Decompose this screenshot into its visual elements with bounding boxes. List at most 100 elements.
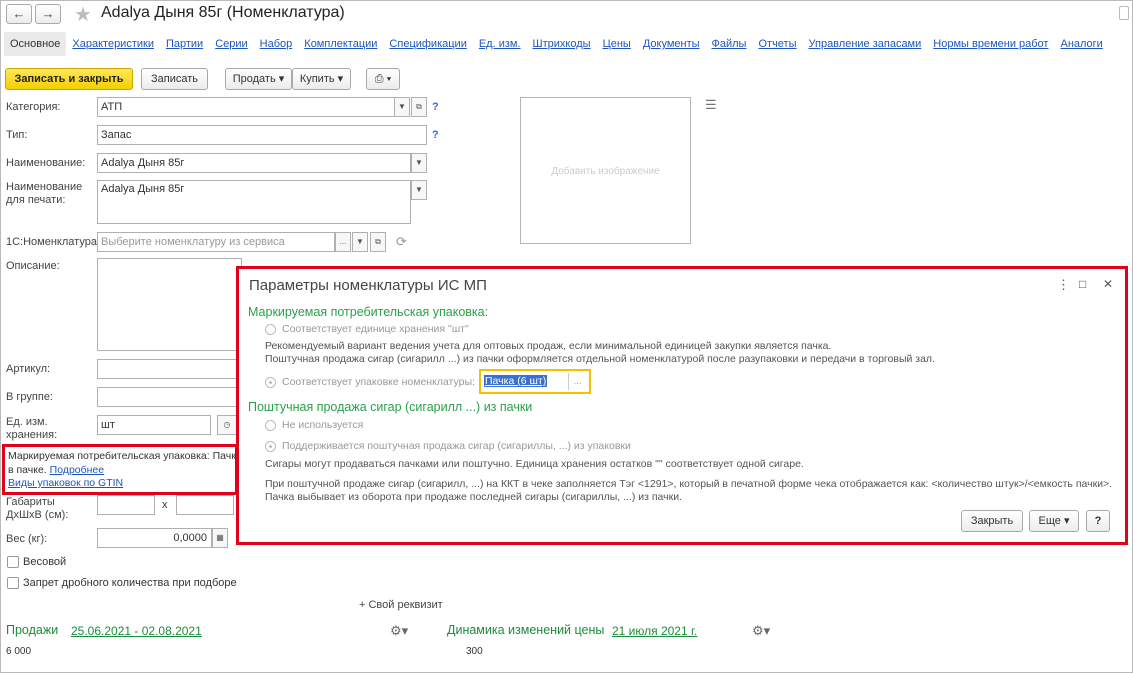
sell-button[interactable]: Продать ▾ xyxy=(225,68,292,90)
gtin-packages-link[interactable]: Виды упаковок по GTIN xyxy=(8,477,123,489)
tab-13[interactable]: Управление запасами xyxy=(803,32,928,56)
radio-unit-of-storage-label: Соответствует единице хранения "шт" xyxy=(282,323,469,335)
tab-5[interactable]: Комплектации xyxy=(298,32,383,56)
chevron-down-icon: ▾ xyxy=(337,73,344,85)
dialog-title: Параметры номенклатуры ИС МП xyxy=(249,277,487,294)
dims-width-field[interactable] xyxy=(176,495,234,515)
radio-per-piece-supported[interactable] xyxy=(265,441,276,452)
sales-label: Продажи xyxy=(6,623,59,637)
marking-note-line2: в пачке. Подробнее xyxy=(8,464,104,477)
fractional-checkbox[interactable] xyxy=(7,577,19,589)
tab-8[interactable]: Штрихкоды xyxy=(527,32,597,56)
sales-value: 6 000 xyxy=(6,646,32,657)
tab-3[interactable]: Серии xyxy=(209,32,253,56)
radio-per-piece-supported-label: Поддерживается поштучная продажа сигар (… xyxy=(282,440,631,452)
image-placeholder[interactable]: Добавить изображение xyxy=(520,97,691,244)
help-icon[interactable]: ? xyxy=(432,129,439,141)
option4-description: Сигары могут продаваться пачками или пош… xyxy=(265,458,804,470)
dialog-close-button[interactable]: Закрыть xyxy=(961,510,1023,532)
type-label: Тип: xyxy=(6,129,28,141)
tab-15[interactable]: Аналоги xyxy=(1054,32,1108,56)
tab-2[interactable]: Партии xyxy=(160,32,209,56)
help-icon[interactable]: ? xyxy=(432,101,439,113)
group-label: В группе: xyxy=(6,391,53,403)
tab-7[interactable]: Ед. изм. xyxy=(473,32,527,56)
print-name-label: Наименование для печати: xyxy=(6,181,82,207)
back-button[interactable]: ← xyxy=(6,4,32,24)
name-label: Наименование: xyxy=(6,157,86,169)
sync-icon[interactable]: ⟳ xyxy=(396,234,407,250)
sales-period-link[interactable]: 25.06.2021 - 02.08.2021 xyxy=(71,624,202,638)
dims-length-field[interactable] xyxy=(97,495,155,515)
calculator-icon[interactable]: ▦ xyxy=(212,528,228,548)
tab-4[interactable]: Набор xyxy=(254,32,299,56)
chevron-down-icon[interactable]: ▼ xyxy=(352,232,368,252)
tab-0[interactable]: Основное xyxy=(4,32,67,56)
dialog-help-button[interactable]: ? xyxy=(1086,510,1110,532)
tab-12[interactable]: Отчеты xyxy=(752,32,802,56)
dims-separator: x xyxy=(162,499,168,511)
tab-10[interactable]: Документы xyxy=(637,32,706,56)
onec-field[interactable]: Выберите номенклатуру из сервиса xyxy=(97,232,335,252)
package-select[interactable]: Пачка (6 шт) ... xyxy=(479,369,591,394)
favorite-star-icon[interactable]: ★ xyxy=(74,2,92,27)
print-button[interactable]: ⎙ ▾ xyxy=(366,68,400,90)
tab-1[interactable]: Характеристики xyxy=(66,32,160,56)
unit-field[interactable]: шт xyxy=(97,415,211,435)
tab-14[interactable]: Нормы времени работ xyxy=(927,32,1054,56)
radio-not-used[interactable] xyxy=(265,420,276,431)
own-attribute-link[interactable]: + Свой реквизит xyxy=(359,599,443,611)
ellipsis-icon[interactable]: ... xyxy=(335,232,351,252)
group-field[interactable] xyxy=(97,387,242,407)
weight-field[interactable]: 0,0000 xyxy=(97,528,212,548)
close-icon[interactable]: ✕ xyxy=(1103,277,1113,291)
price-dynamics-date-link[interactable]: 21 июля 2021 г. xyxy=(612,624,697,638)
price-dynamics-value: 300 xyxy=(466,646,483,657)
chevron-down-icon[interactable]: ▼ xyxy=(394,97,410,117)
category-label: Категория: xyxy=(6,101,61,113)
description-field[interactable] xyxy=(97,258,242,351)
tab-9[interactable]: Цены xyxy=(597,32,637,56)
ellipsis-icon[interactable]: ... xyxy=(568,373,586,390)
gear-icon[interactable]: ⚙▾ xyxy=(390,623,408,639)
tab-6[interactable]: Спецификации xyxy=(383,32,472,56)
print-name-field[interactable]: Adalya Дыня 85г xyxy=(97,180,411,224)
buy-button[interactable]: Купить ▾ xyxy=(292,68,351,90)
option1-description-1: Рекомендуемый вариант ведения учета для … xyxy=(265,340,832,352)
info-text-1: При поштучной продаже сигар (сигарилл, .… xyxy=(265,478,1113,490)
marking-note-text: Маркируемая потребительская упаковка: Па… xyxy=(8,450,242,462)
tab-11[interactable]: Файлы xyxy=(706,32,753,56)
unit-label-line2: хранения: xyxy=(6,429,58,441)
type-field[interactable]: Запас xyxy=(97,125,427,145)
save-button[interactable]: Записать xyxy=(141,68,208,90)
menu-lines-icon[interactable]: ☰ xyxy=(705,97,717,113)
gtin-link-row: Виды упаковок по GTIN xyxy=(8,477,123,490)
weighted-checkbox[interactable] xyxy=(7,556,19,568)
chevron-down-icon[interactable]: ▼ xyxy=(411,153,427,173)
price-dynamics-label: Динамика изменений цены xyxy=(447,623,605,637)
forward-button[interactable]: → xyxy=(35,4,61,24)
article-label: Артикул: xyxy=(6,363,51,375)
dims-label: Габариты ДхШхВ (см): xyxy=(6,496,68,522)
radio-package[interactable] xyxy=(265,377,276,388)
category-field[interactable]: АТП xyxy=(97,97,395,117)
chevron-down-icon[interactable]: ▼ xyxy=(411,180,427,200)
chevron-down-icon: ▾ xyxy=(386,73,392,85)
dims-label-line1: Габариты xyxy=(6,496,55,508)
open-icon[interactable]: ⧉ xyxy=(411,97,427,117)
save-and-close-button[interactable]: Записать и закрыть xyxy=(5,68,133,90)
dialog-more-button[interactable]: Еще ▾ xyxy=(1029,510,1079,532)
radio-unit-of-storage[interactable] xyxy=(265,324,276,335)
name-field[interactable]: Adalya Дыня 85г xyxy=(97,153,411,173)
marking-note-box: Маркируемая потребительская упаковка: Па… xyxy=(2,444,242,495)
maximize-icon[interactable]: □ xyxy=(1079,277,1086,291)
article-field[interactable] xyxy=(97,359,242,379)
unit-label-line1: Ед. изм. xyxy=(6,416,48,428)
gear-icon[interactable]: ⚙▾ xyxy=(752,623,770,639)
add-image-text: Добавить изображение xyxy=(551,166,660,177)
more-info-link[interactable]: Подробнее xyxy=(50,464,104,476)
open-icon[interactable]: ⧉ xyxy=(370,232,386,252)
dialog-menu-icon[interactable]: ⋮ xyxy=(1057,277,1070,293)
history-icon[interactable]: ◷ xyxy=(217,415,237,435)
more-icon[interactable] xyxy=(1119,6,1129,20)
